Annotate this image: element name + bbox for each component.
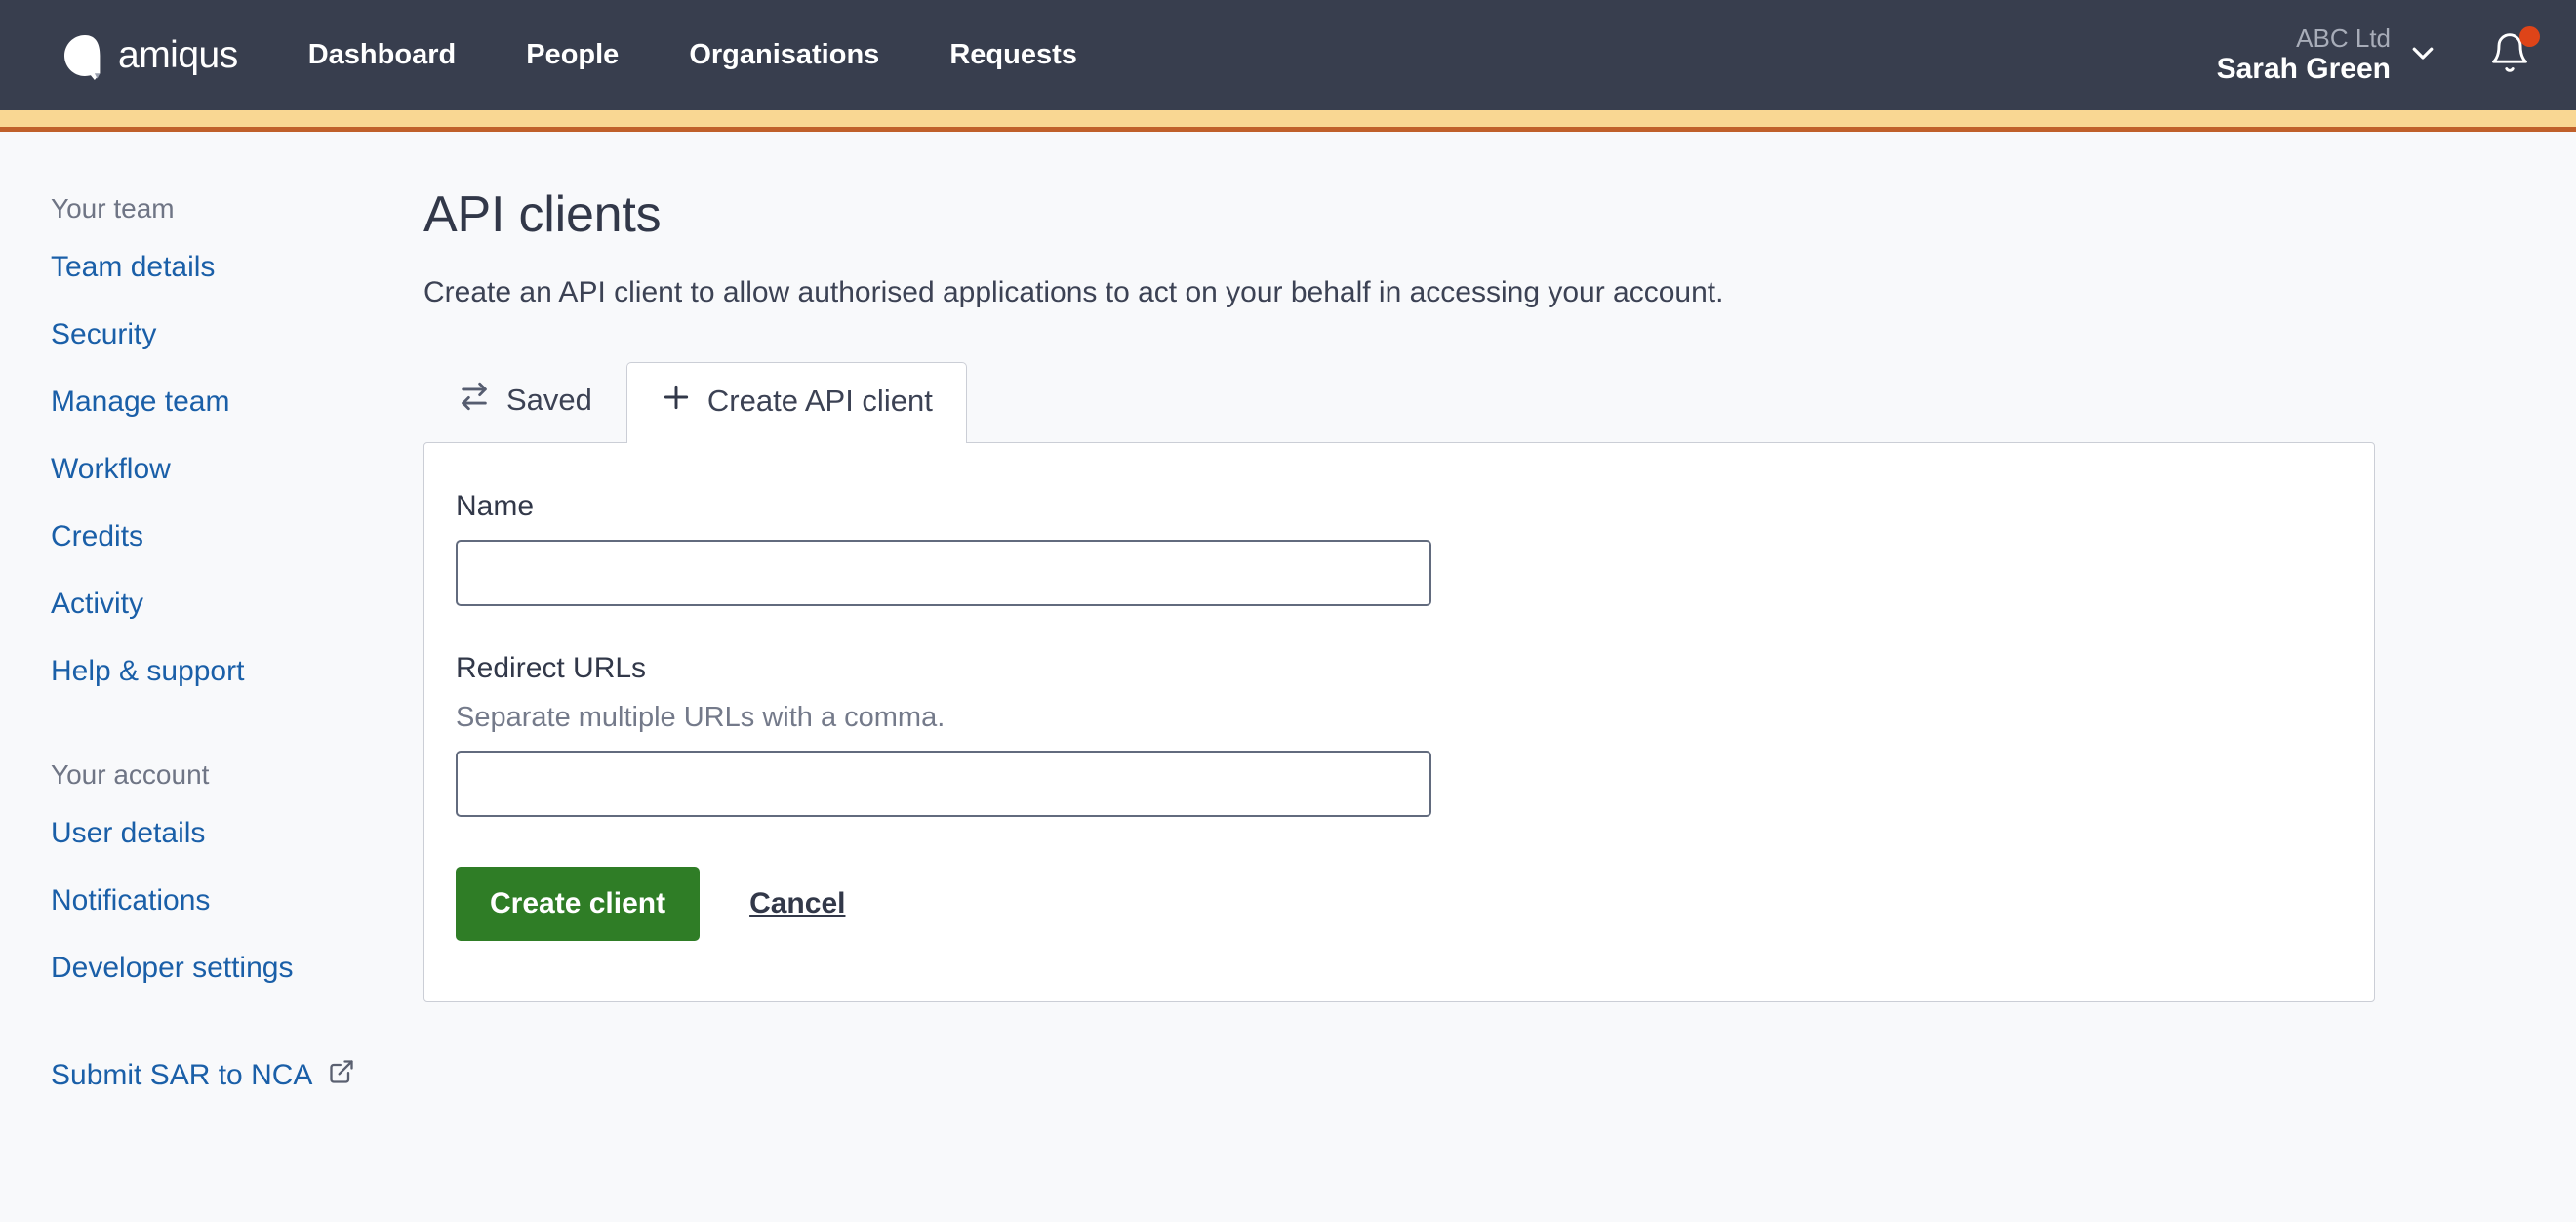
- brand-logo[interactable]: amiqus: [60, 0, 238, 110]
- brand-wordmark: amiqus: [118, 33, 238, 76]
- nav-link-requests[interactable]: Requests: [914, 0, 1112, 110]
- main-content: API clients Create an API client to allo…: [423, 132, 2576, 1222]
- sidebar-item-activity[interactable]: Activity: [0, 588, 423, 621]
- sidebar-item-help-support[interactable]: Help & support: [0, 655, 423, 688]
- tab-saved-label: Saved: [506, 383, 592, 417]
- sidebar-item-team-details[interactable]: Team details: [0, 251, 423, 284]
- redirect-urls-field-hint: Separate multiple URLs with a comma.: [456, 702, 946, 733]
- sidebar-item-workflow[interactable]: Workflow: [0, 453, 423, 486]
- page-subtitle: Create an API client to allow authorised…: [423, 276, 1724, 308]
- chevron-down-icon: [2408, 38, 2437, 72]
- page-title: API clients: [423, 186, 662, 243]
- redirect-urls-field-label: Redirect URLs: [456, 652, 647, 684]
- settings-sidebar: Your team Team details Security Manage t…: [0, 132, 423, 1222]
- account-user-name: Sarah Green: [2216, 53, 2391, 86]
- plus-icon: [661, 382, 692, 421]
- amiqus-logo-icon: [60, 31, 109, 80]
- notification-unread-dot: [2519, 26, 2540, 47]
- sidebar-item-user-details[interactable]: User details: [0, 817, 423, 850]
- sidebar-item-developer-settings[interactable]: Developer settings: [0, 952, 423, 985]
- tab-saved[interactable]: Saved: [423, 360, 626, 442]
- tab-create-api-client-label: Create API client: [706, 384, 933, 418]
- sidebar-item-security[interactable]: Security: [0, 318, 423, 351]
- external-link-icon: [328, 1058, 355, 1093]
- name-field-label: Name: [456, 490, 535, 522]
- account-org-name: ABC Ltd: [2296, 23, 2391, 54]
- navbar-right: ABC Ltd Sarah Green: [2217, 0, 2576, 110]
- name-input[interactable]: [456, 540, 1431, 606]
- sidebar-item-notifications[interactable]: Notifications: [0, 884, 423, 917]
- create-client-button[interactable]: Create client: [456, 867, 701, 941]
- create-api-client-card: Name Redirect URLs Separate multiple URL…: [423, 442, 2375, 1002]
- sidebar-group-your-account: Your account: [51, 759, 210, 790]
- sidebar-item-manage-team[interactable]: Manage team: [0, 386, 423, 419]
- field-spacer: [424, 606, 2374, 652]
- notifications-button[interactable]: [2488, 26, 2540, 79]
- redirect-urls-input[interactable]: [456, 751, 1431, 817]
- accent-bar-tan: [0, 110, 2576, 127]
- tab-create-api-client[interactable]: Create API client: [625, 362, 967, 443]
- top-navbar: amiqus Dashboard People Organisations Re…: [0, 0, 2576, 110]
- sidebar-item-submit-sar-to-nca[interactable]: Submit SAR to NCA: [0, 1058, 423, 1093]
- account-text: ABC Ltd Sarah Green: [2217, 24, 2391, 86]
- nav-link-organisations[interactable]: Organisations: [654, 0, 914, 110]
- nav-link-people[interactable]: People: [491, 0, 654, 110]
- tab-bar: Saved Create API client: [423, 360, 2576, 443]
- field-redirect-urls: Redirect URLs Separate multiple URLs wit…: [424, 652, 2374, 817]
- sidebar-external-label: Submit SAR to NCA: [51, 1059, 313, 1091]
- field-name: Name: [424, 490, 2374, 606]
- account-menu[interactable]: ABC Ltd Sarah Green: [2217, 24, 2437, 86]
- form-actions: Create client Cancel: [424, 867, 2374, 941]
- primary-nav: Dashboard People Organisations Requests: [273, 0, 1112, 110]
- sidebar-item-credits[interactable]: Credits: [0, 520, 423, 553]
- transfer-arrows-icon: [458, 380, 491, 421]
- sidebar-divider-gap: [0, 722, 423, 759]
- nav-link-dashboard[interactable]: Dashboard: [273, 0, 491, 110]
- sidebar-group-your-team: Your team: [51, 193, 175, 224]
- cancel-button[interactable]: Cancel: [744, 886, 851, 921]
